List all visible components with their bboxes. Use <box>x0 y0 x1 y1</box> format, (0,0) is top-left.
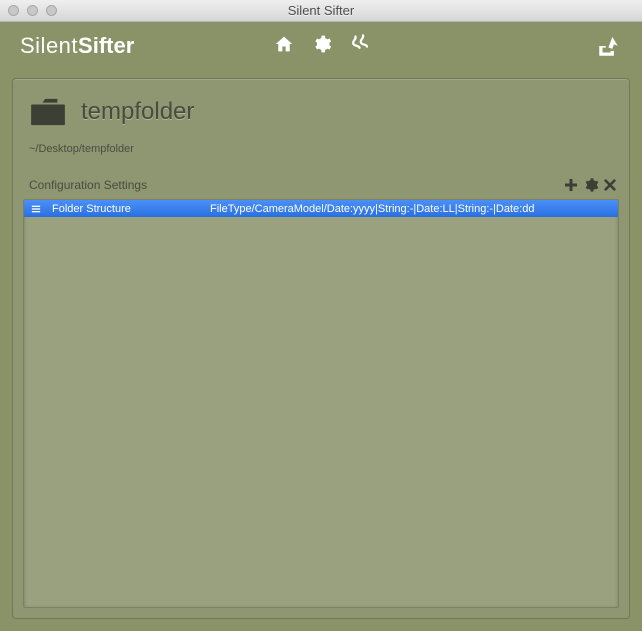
window-minimize-button[interactable] <box>27 5 38 16</box>
config-row-value: FileType/CameraModel/Date:yyyy|String:-|… <box>208 203 618 215</box>
app-container: Silent Sifter <box>0 22 642 631</box>
row-handle-icon[interactable] <box>24 204 48 214</box>
export-icon[interactable] <box>596 33 622 59</box>
window-zoom-button[interactable] <box>46 5 57 16</box>
config-actions <box>563 177 619 193</box>
config-header: Configuration Settings <box>23 163 619 199</box>
folder-name: tempfolder <box>81 98 194 126</box>
config-row-label: Folder Structure <box>48 203 208 215</box>
add-icon[interactable] <box>563 177 579 193</box>
folder-path: ~/Desktop/tempfolder <box>23 127 619 163</box>
config-list[interactable]: Folder Structure FileType/CameraModel/Da… <box>23 199 619 608</box>
gear-icon[interactable] <box>312 34 332 54</box>
topbar-icons <box>274 34 368 54</box>
folder-header: tempfolder <box>23 91 619 127</box>
logo-part-2: Sifter <box>78 33 134 59</box>
topbar: Silent Sifter <box>0 22 642 70</box>
sift-icon[interactable] <box>350 34 368 54</box>
config-heading: Configuration Settings <box>29 178 147 192</box>
settings-icon[interactable] <box>583 177 599 193</box>
window-close-button[interactable] <box>8 5 19 16</box>
main-card: tempfolder ~/Desktop/tempfolder Configur… <box>12 78 630 619</box>
window-titlebar: Silent Sifter <box>0 0 642 22</box>
close-icon[interactable] <box>603 178 617 192</box>
window-title: Silent Sifter <box>0 3 642 18</box>
folder-icon <box>29 97 67 127</box>
app-logo: Silent Sifter <box>20 33 134 59</box>
home-icon[interactable] <box>274 35 294 53</box>
config-row[interactable]: Folder Structure FileType/CameraModel/Da… <box>24 200 618 217</box>
logo-part-1: Silent <box>20 33 78 59</box>
traffic-lights <box>0 5 57 16</box>
